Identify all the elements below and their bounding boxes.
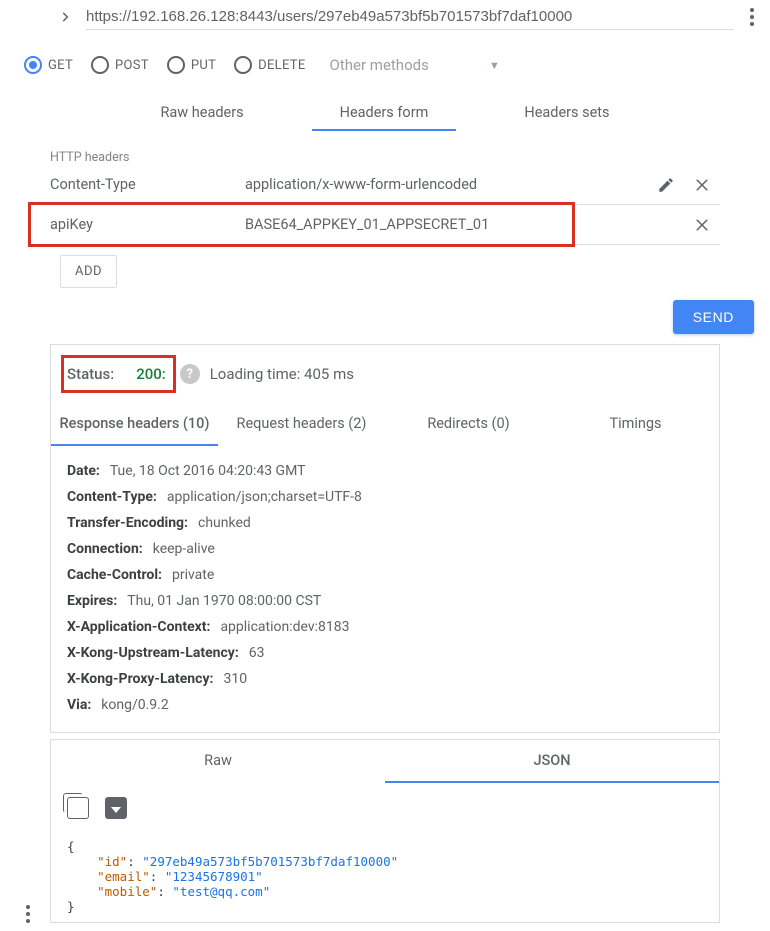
status-code: 200:: [136, 365, 166, 383]
json-response-body: { "id": "297eb49a573bf5b701573bf7daf1000…: [51, 823, 719, 922]
loading-time: Loading time: 405 ms: [210, 365, 354, 383]
method-radio-post[interactable]: POST: [91, 56, 149, 74]
header-row: Content-Type application/x-www-form-urle…: [50, 165, 720, 205]
close-icon[interactable]: [684, 176, 720, 194]
tab-response-headers[interactable]: Response headers (10): [51, 403, 218, 446]
tab-timings[interactable]: Timings: [552, 403, 719, 446]
body-panel: Raw JSON { "id": "297eb49a573bf5b701573b…: [50, 739, 720, 923]
close-icon[interactable]: [684, 216, 720, 234]
caret-down-icon: ▼: [489, 59, 500, 72]
response-header-line: Via:kong/0.9.2: [67, 692, 703, 718]
radio-icon: [91, 56, 109, 74]
page-more-button[interactable]: [10, 905, 46, 923]
http-headers-label: HTTP headers: [50, 150, 720, 165]
chevron-right-icon[interactable]: [58, 10, 72, 24]
edit-icon[interactable]: [648, 176, 684, 194]
tab-headers-form[interactable]: Headers form: [312, 96, 457, 131]
radio-icon: [234, 56, 252, 74]
help-icon[interactable]: ?: [180, 364, 200, 384]
response-header-line: Cache-Control:private: [67, 562, 703, 588]
header-row: apiKey BASE64_APPKEY_01_APPSECRET_01: [50, 205, 720, 245]
header-value[interactable]: application/x-www-form-urlencoded: [245, 176, 648, 193]
method-radio-get[interactable]: GET: [24, 56, 73, 74]
header-name[interactable]: apiKey: [50, 216, 245, 233]
other-methods-dropdown[interactable]: Other methods ▼: [330, 56, 500, 74]
copy-icon[interactable]: [67, 797, 89, 819]
header-name[interactable]: Content-Type: [50, 176, 245, 193]
tab-raw-headers[interactable]: Raw headers: [132, 96, 271, 131]
download-icon[interactable]: [105, 797, 127, 819]
method-radio-put[interactable]: PUT: [167, 56, 216, 74]
tab-redirects[interactable]: Redirects (0): [385, 403, 552, 446]
header-value[interactable]: BASE64_APPKEY_01_APPSECRET_01: [245, 216, 648, 233]
more-menu-button[interactable]: [734, 8, 770, 26]
response-headers-list: Date:Tue, 18 Oct 2016 04:20:43 GMTConten…: [51, 446, 719, 732]
radio-icon: [24, 56, 42, 74]
response-header-line: X-Kong-Upstream-Latency:63: [67, 640, 703, 666]
response-header-line: Connection:keep-alive: [67, 536, 703, 562]
tab-body-json[interactable]: JSON: [385, 740, 719, 783]
tab-headers-sets[interactable]: Headers sets: [496, 96, 637, 131]
tab-request-headers[interactable]: Request headers (2): [218, 403, 385, 446]
tab-body-raw[interactable]: Raw: [51, 740, 385, 783]
status-block: Status: 200:: [67, 363, 170, 385]
response-header-line: Content-Type:application/json;charset=UT…: [67, 484, 703, 510]
response-header-line: X-Application-Context:application:dev:81…: [67, 614, 703, 640]
response-panel: Status: 200: ? Loading time: 405 ms Resp…: [50, 344, 720, 733]
add-header-button[interactable]: ADD: [60, 255, 117, 288]
send-button[interactable]: SEND: [673, 300, 754, 334]
method-radio-delete[interactable]: DELETE: [234, 56, 305, 74]
response-header-line: Transfer-Encoding:chunked: [67, 510, 703, 536]
response-header-line: X-Kong-Proxy-Latency:310: [67, 666, 703, 692]
response-header-line: Date:Tue, 18 Oct 2016 04:20:43 GMT: [67, 458, 703, 484]
url-input[interactable]: [86, 4, 734, 30]
status-label: Status:: [67, 365, 114, 383]
radio-icon: [167, 56, 185, 74]
response-header-line: Expires:Thu, 01 Jan 1970 08:00:00 CST: [67, 588, 703, 614]
